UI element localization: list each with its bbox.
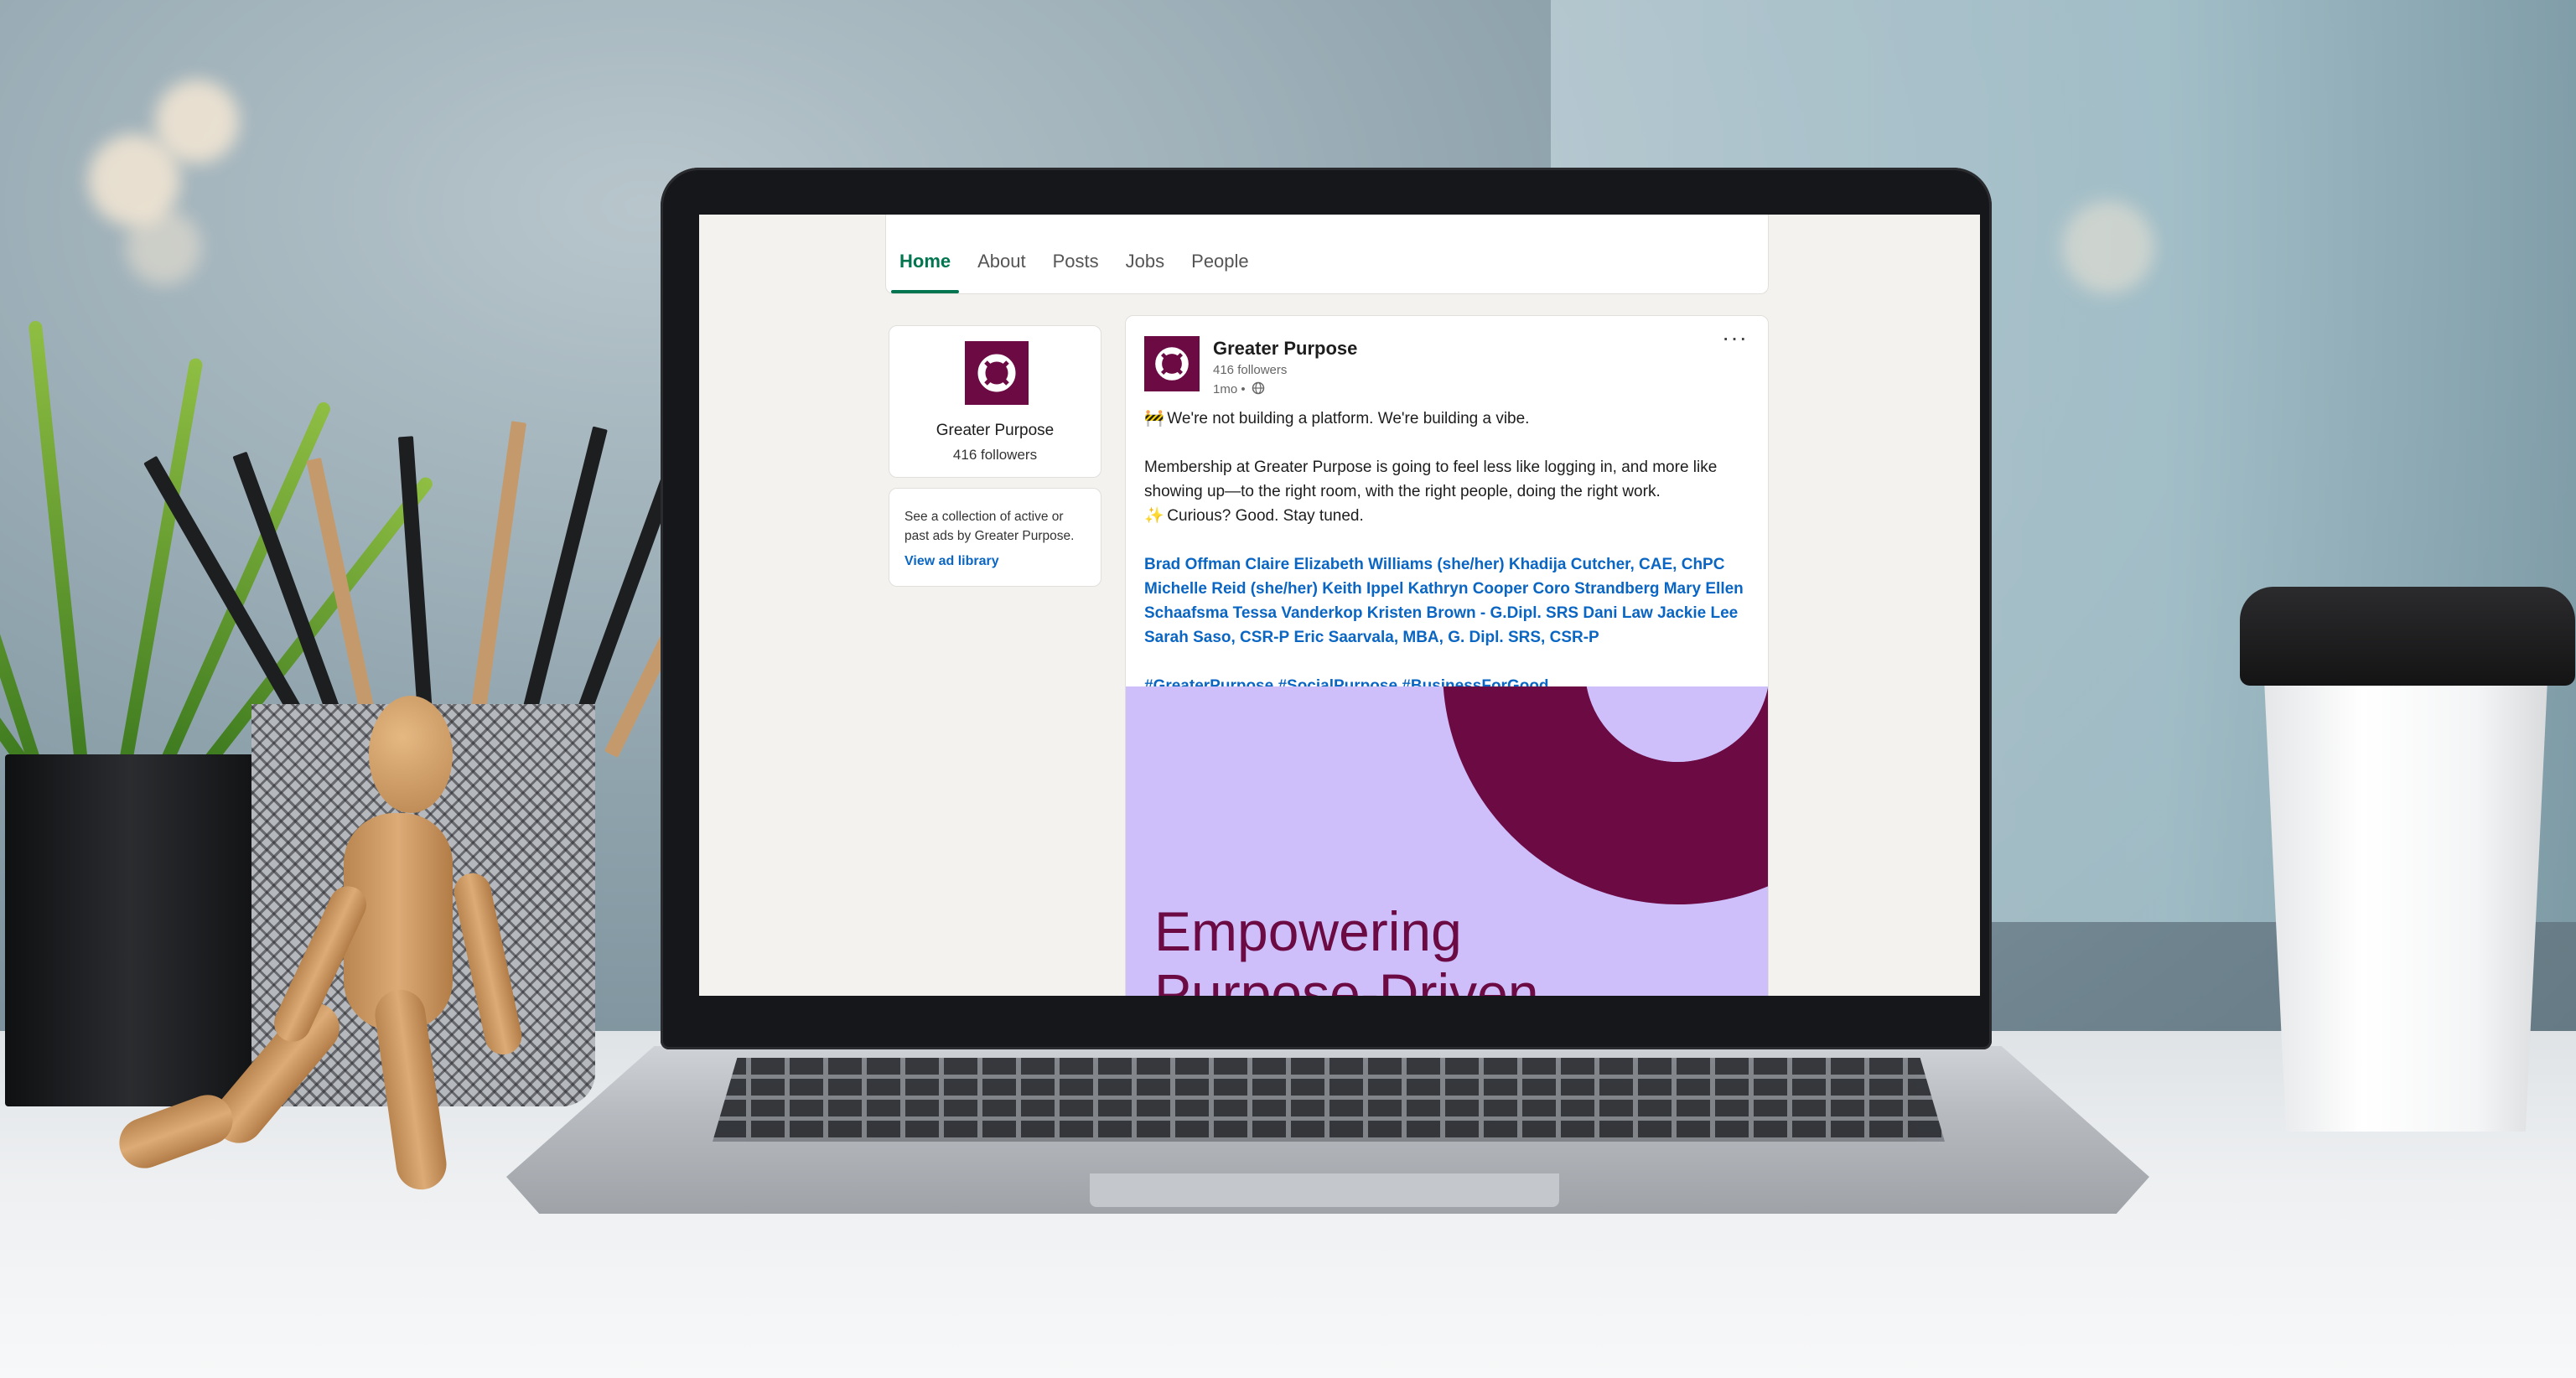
mention-link[interactable]: Jackie Lee [1657, 604, 1738, 622]
mention-link[interactable]: Dani Law [1583, 604, 1652, 622]
feed-post: Greater Purpose 416 followers 1mo • ··· … [1125, 315, 1769, 996]
company-page-header: Home About Posts Jobs People [885, 215, 1769, 294]
post-line-3: Curious? Good. Stay tuned. [1167, 507, 1364, 525]
tab-people[interactable]: People [1178, 230, 1262, 293]
mention-link[interactable]: Michelle Reid (she/her) [1144, 580, 1318, 598]
laptop-trackpad [1090, 1173, 1559, 1207]
plant-pot [5, 754, 257, 1106]
post-image-headline-line-2: Purpose-Driven [1154, 962, 1539, 996]
laptop-keyboard [713, 1058, 1945, 1142]
mention-link[interactable]: Brad Offman [1144, 556, 1241, 573]
globe-icon [1252, 381, 1265, 395]
company-followers: 416 followers [952, 447, 1038, 463]
ad-library-description: See a collection of active or past ads b… [904, 510, 1075, 543]
tab-jobs[interactable]: Jobs [1112, 230, 1178, 293]
mention-link[interactable]: Kathryn Cooper [1408, 580, 1529, 598]
construction-sign-icon: 🚧 [1144, 410, 1164, 427]
laptop-screen: Home About Posts Jobs People Greater Pur… [699, 215, 1980, 996]
coffee-cup-lid [2240, 587, 2575, 686]
post-image-headline-line-1: Empowering [1154, 900, 1462, 962]
post-more-options-button[interactable]: ··· [1722, 324, 1748, 351]
company-name[interactable]: Greater Purpose [889, 422, 1101, 440]
post-text: 🚧 We're not building a platform. We're b… [1144, 407, 1748, 698]
mention-link[interactable]: Claire Elizabeth Williams (she/her) [1245, 556, 1504, 573]
mention-link[interactable]: Keith Ippel [1322, 580, 1403, 598]
lifebuoy-icon [1155, 347, 1189, 381]
mention-link[interactable]: Kristen Brown - G.Dipl. SRS [1367, 604, 1578, 622]
tab-about[interactable]: About [964, 230, 1039, 293]
post-line-1: We're not building a platform. We're bui… [1167, 410, 1530, 427]
tab-home[interactable]: Home [886, 230, 964, 293]
post-image[interactable]: Empowering Purpose-Driven [1126, 686, 1768, 996]
company-card[interactable]: Greater Purpose 416 followers [889, 325, 1101, 478]
post-timestamp: 1mo • [1213, 381, 1265, 396]
coffee-cup [2263, 662, 2548, 1132]
post-line-2: Membership at Greater Purpose is going t… [1144, 458, 1718, 500]
post-author-name[interactable]: Greater Purpose [1213, 338, 1357, 360]
mention-link[interactable]: Sarah Saso, CSR-P [1144, 629, 1289, 646]
post-mentions: Brad Offman Claire Elizabeth Williams (s… [1144, 552, 1748, 650]
post-author-logo[interactable] [1144, 336, 1200, 391]
bokeh-light [155, 80, 239, 163]
company-logo [965, 341, 1029, 405]
bokeh-light [2062, 201, 2154, 293]
post-image-headline: Empowering Purpose-Driven [1154, 900, 1539, 996]
post-author-followers: 416 followers [1213, 363, 1288, 377]
mention-link[interactable]: Khadija Cutcher, CAE, ChPC [1509, 556, 1725, 573]
view-ad-library-link[interactable]: View ad library [904, 554, 999, 569]
post-time: 1mo • [1213, 382, 1246, 396]
ad-library-card: See a collection of active or past ads b… [889, 488, 1101, 587]
sparkles-icon: ✨ [1144, 507, 1164, 525]
tab-posts[interactable]: Posts [1039, 230, 1112, 293]
bokeh-light [126, 210, 201, 285]
lifebuoy-icon [977, 354, 1016, 392]
mention-link[interactable]: Eric Saarvala, MBA, G. Dipl. SRS, CSR-P [1293, 629, 1599, 646]
mention-link[interactable]: Coro Strandberg [1533, 580, 1660, 598]
mention-link[interactable]: Tessa Vanderkop [1233, 604, 1363, 622]
company-page-tabs: Home About Posts Jobs People [886, 230, 1262, 293]
